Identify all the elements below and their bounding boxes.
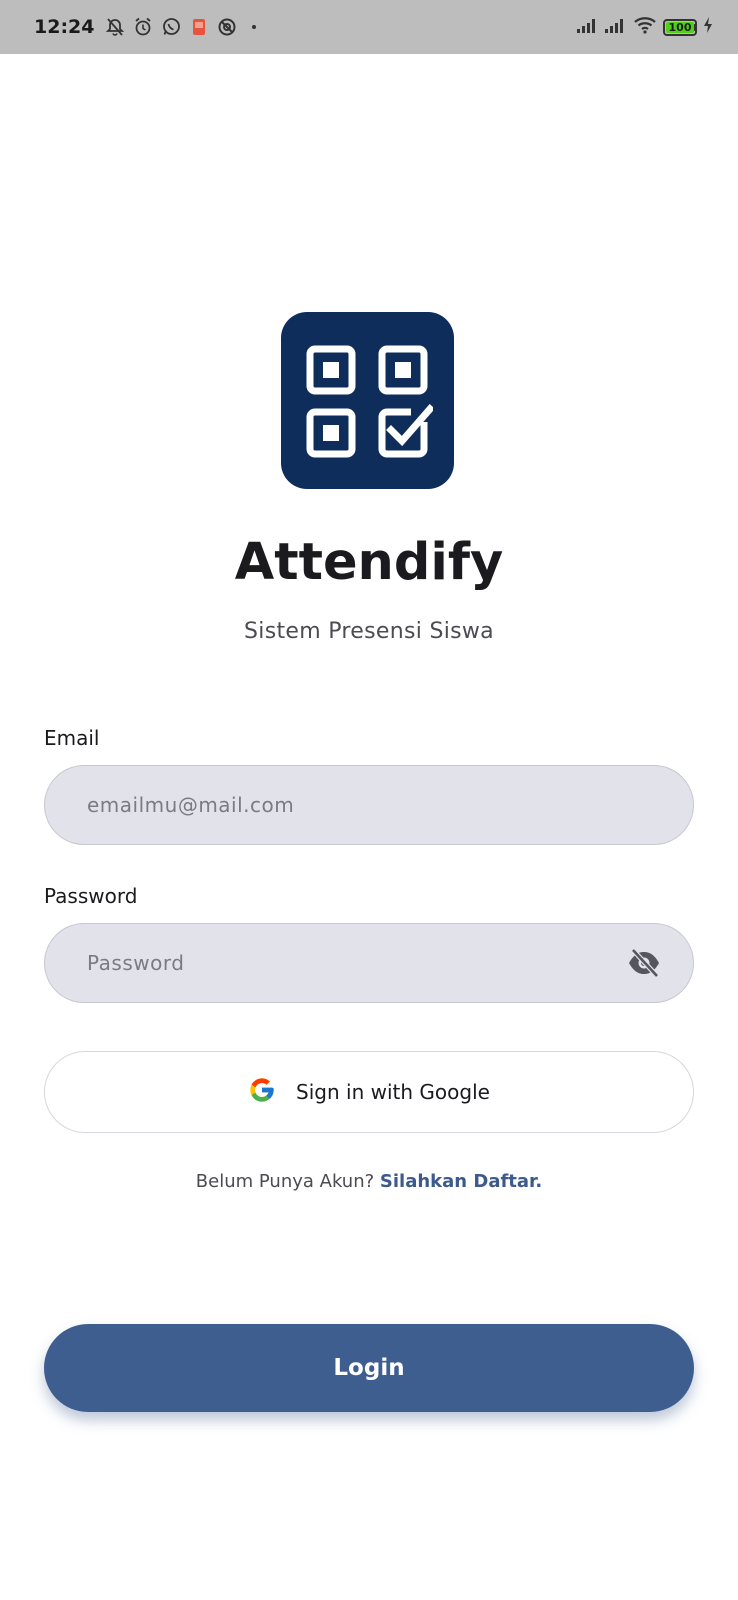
email-field-container[interactable]: [44, 765, 694, 845]
google-sign-in-label: Sign in with Google: [296, 1080, 490, 1104]
bell-off-icon: [104, 16, 126, 38]
status-icons-left: [104, 16, 257, 38]
app-title: Attendify: [234, 533, 504, 592]
email-label: Email: [44, 726, 100, 750]
register-link[interactable]: Silahkan Daftar.: [380, 1171, 542, 1192]
password-label: Password: [44, 884, 138, 908]
play-store-icon: [188, 16, 210, 38]
qr-check-icon: [306, 345, 433, 457]
signal-icon: [605, 17, 627, 38]
charging-icon: [702, 16, 714, 39]
battery-icon: 100: [663, 18, 697, 36]
login-screen: 12:24 100 Attendify Sistem Presensi Sisw…: [0, 0, 738, 1600]
login-button[interactable]: Login: [44, 1324, 694, 1412]
battery-level: 100: [668, 20, 692, 34]
signal-icon: [577, 17, 599, 38]
password-field-container[interactable]: [44, 923, 694, 1003]
status-bar: 12:24 100: [0, 0, 738, 54]
email-field[interactable]: [85, 792, 653, 818]
google-sign-in-button[interactable]: Sign in with Google: [44, 1051, 694, 1133]
eye-off-icon[interactable]: [625, 944, 663, 982]
notification-dot: [252, 25, 257, 29]
app-subtitle: Sistem Presensi Siswa: [244, 619, 494, 644]
status-icons-right: 100: [577, 16, 714, 39]
google-icon: [248, 1076, 276, 1109]
status-time: 12:24: [34, 16, 95, 38]
register-prompt: Belum Punya Akun?: [195, 1171, 375, 1192]
wifi-icon: [633, 16, 657, 39]
vpn-icon: [216, 16, 238, 38]
whatsapp-icon: [160, 16, 182, 38]
password-field[interactable]: [85, 950, 625, 976]
app-logo: [281, 312, 454, 489]
alarm-icon: [132, 16, 154, 38]
register-prompt-line: Belum Punya Akun? Silahkan Daftar.: [0, 1171, 738, 1192]
